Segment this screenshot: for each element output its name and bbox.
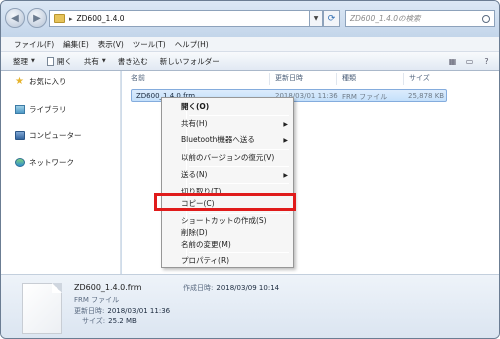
open-button[interactable]: 開く [46, 56, 72, 67]
open-label: 開く [56, 56, 72, 66]
nav-item-libraries[interactable]: ライブラリ [15, 104, 67, 115]
copy-highlight-box [154, 193, 296, 211]
menu-item-restore-previous[interactable]: 以前のバージョンの復元(V) [181, 153, 274, 163]
search-icon [482, 14, 490, 23]
organize-label: 整理 [13, 56, 28, 66]
refresh-button[interactable]: ⟳ [323, 10, 340, 27]
search-input[interactable]: ZD600_1.4.0の検索 [345, 10, 495, 27]
details-file-name: ZD600_1.4.0.frm [74, 283, 142, 292]
help-icon[interactable]: ? [480, 55, 493, 67]
address-path: ZD600_1.4.0 [76, 14, 125, 23]
network-icon [15, 158, 25, 167]
menu-item-create-shortcut[interactable]: ショートカットの作成(S) [181, 216, 267, 226]
back-button[interactable]: ◀ [5, 8, 25, 28]
column-divider[interactable] [403, 73, 404, 85]
column-divider[interactable] [269, 73, 270, 85]
column-header-date[interactable]: 更新日時 [275, 73, 303, 85]
share-label: 共有 [83, 56, 99, 66]
file-size: 25,878 KB [408, 92, 445, 100]
navigation-pane: ★ お気に入り ライブラリ コンピューター ネットワーク [1, 71, 121, 274]
nav-label-favorites: お気に入り [29, 77, 67, 86]
submenu-arrow-icon: ▶ [283, 172, 288, 179]
nav-item-network[interactable]: ネットワーク [15, 157, 74, 168]
refresh-icon: ⟳ [327, 13, 336, 24]
column-header-type[interactable]: 種類 [342, 73, 356, 85]
preview-pane-icon[interactable]: ▭ [463, 55, 476, 67]
menu-edit[interactable]: 編集(E) [63, 39, 89, 50]
nav-item-favorites[interactable]: ★ お気に入り [15, 76, 67, 87]
title-bar: ◀ ▶ ▸ ZD600_1.4.0 ▼ ⟳ ZD600_1.4.0の検索 [1, 1, 499, 37]
folder-icon [54, 14, 65, 23]
dropdown-arrow-icon: ▼ [31, 58, 35, 64]
menu-item-bluetooth[interactable]: Bluetooth機器へ送る [181, 135, 255, 145]
forward-button[interactable]: ▶ [27, 8, 47, 28]
explorer-window: ◀ ▶ ▸ ZD600_1.4.0 ▼ ⟳ ZD600_1.4.0の検索 ファイ… [0, 0, 500, 339]
menu-view[interactable]: 表示(V) [98, 39, 124, 50]
new-folder-button[interactable]: 新しいフォルダー [160, 56, 220, 67]
menu-separator [189, 166, 289, 167]
menu-item-send-to[interactable]: 送る(N) [181, 170, 207, 180]
details-file-type: FRM ファイル [74, 296, 120, 304]
column-divider[interactable] [336, 73, 337, 85]
address-dropdown-button[interactable]: ▼ [309, 10, 323, 27]
menu-item-rename[interactable]: 名前の変更(M) [181, 240, 231, 250]
details-modified-value: 2018/03/01 11:36 [107, 307, 171, 315]
details-size-label: サイズ: [82, 317, 106, 325]
menu-item-share[interactable]: 共有(H) [181, 119, 291, 129]
address-bar[interactable]: ▸ ZD600_1.4.0 [49, 10, 311, 27]
menu-item-open[interactable]: 開く(O) [181, 102, 209, 112]
details-created-label: 作成日時: [183, 284, 214, 292]
back-arrow-icon: ◀ [11, 12, 19, 24]
breadcrumb-chevron-icon: ▸ [69, 14, 73, 23]
details-created-value: 2018/03/09 10:14 [216, 284, 280, 292]
burn-button[interactable]: 書き込む [118, 56, 148, 67]
nav-item-computer[interactable]: コンピューター [15, 130, 82, 141]
details-size: サイズ: 25.2 MB [82, 316, 137, 326]
dropdown-arrow-icon: ▼ [101, 58, 106, 64]
column-header-name[interactable]: 名前 [131, 73, 145, 85]
file-thumbnail [22, 283, 62, 334]
menu-separator [189, 213, 289, 214]
view-options-icon[interactable]: ▦ [446, 55, 459, 67]
menu-item-delete[interactable]: 削除(D) [181, 228, 208, 238]
document-icon [46, 56, 54, 66]
menu-separator [189, 183, 289, 184]
file-type: FRM ファイル [342, 93, 388, 101]
menu-help[interactable]: ヘルプ(H) [175, 39, 209, 50]
star-icon: ★ [15, 76, 24, 87]
menu-item-properties[interactable]: プロパティ(R) [181, 256, 229, 266]
menu-tools[interactable]: ツール(T) [133, 39, 166, 50]
new-folder-label: 新しいフォルダー [159, 56, 220, 66]
nav-label-network: ネットワーク [29, 158, 74, 167]
nav-label-computer: コンピューター [29, 131, 82, 140]
forward-arrow-icon: ▶ [33, 12, 41, 24]
context-menu: 開く(O) 共有(H) ▶ Bluetooth機器へ送る ▶ 以前のバージョンの… [161, 97, 294, 268]
submenu-arrow-icon: ▶ [283, 121, 288, 128]
menu-bar: ファイル(F) 編集(E) 表示(V) ツール(T) ヘルプ(H) [1, 37, 499, 52]
submenu-arrow-icon: ▶ [283, 137, 288, 144]
menu-separator [189, 149, 289, 150]
computer-icon [15, 131, 25, 140]
menu-item-share-label: 共有(H) [181, 119, 208, 128]
details-pane: ZD600_1.4.0.frm FRM ファイル 更新日時: 2018/03/01… [1, 274, 499, 338]
details-size-value: 25.2 MB [108, 317, 137, 325]
page-fold [52, 283, 62, 293]
organize-button[interactable]: 整理 ▼ [13, 56, 35, 67]
menu-item-bluetooth-label: Bluetooth機器へ送る [181, 135, 255, 144]
command-toolbar: 整理 ▼ 開く 共有 ▼ 書き込む 新しいフォルダー ▦ ▭ ? [1, 52, 499, 71]
nav-label-libraries: ライブラリ [29, 105, 67, 114]
details-created: 作成日時: 2018/03/09 10:14 [183, 283, 279, 293]
menu-separator [189, 115, 289, 116]
chevron-down-icon: ▼ [313, 15, 319, 22]
menu-file[interactable]: ファイル(F) [14, 39, 54, 50]
details-modified: 更新日時: 2018/03/01 11:36 [74, 306, 170, 316]
search-placeholder: ZD600_1.4.0の検索 [350, 14, 421, 23]
share-button[interactable]: 共有 ▼ [84, 56, 106, 67]
menu-separator [189, 252, 289, 253]
burn-label: 書き込む [117, 56, 148, 66]
details-modified-label: 更新日時: [74, 307, 105, 315]
library-icon [15, 105, 25, 114]
column-header-size[interactable]: サイズ [409, 73, 430, 85]
